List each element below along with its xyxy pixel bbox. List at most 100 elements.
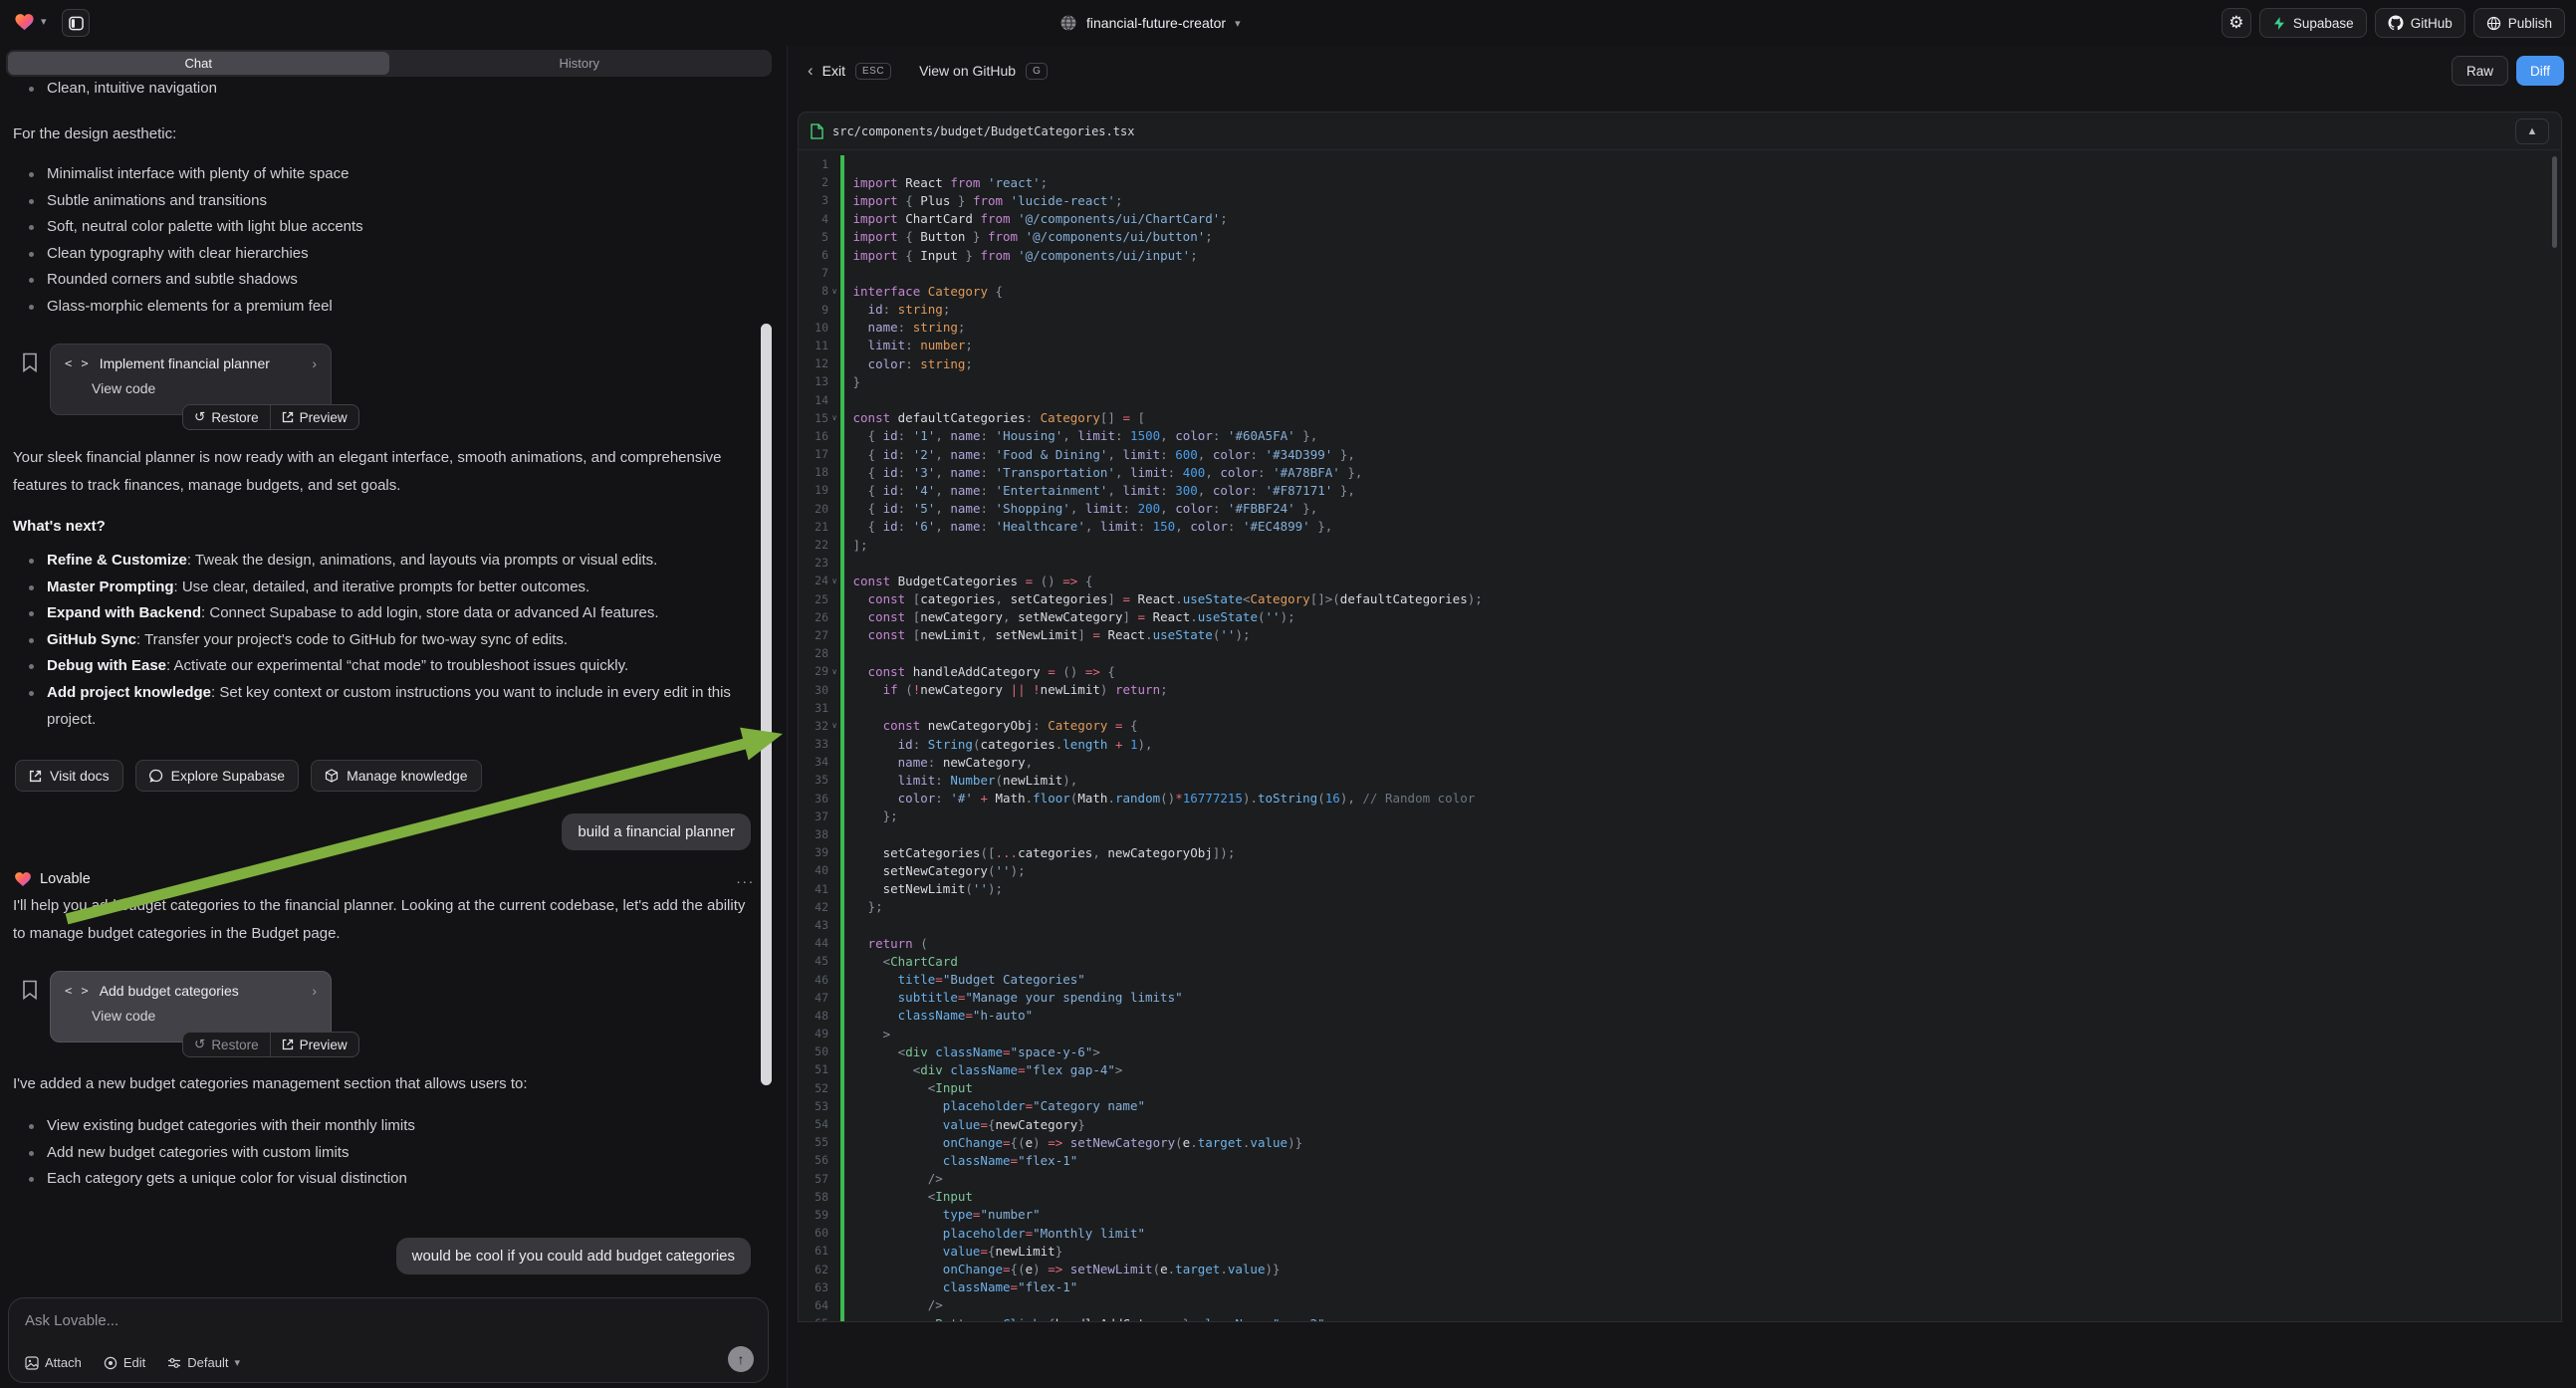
code-line: 9 id: string; <box>799 301 2561 319</box>
diff-toggle-button[interactable]: Diff <box>2516 56 2564 86</box>
lovable-logo-menu[interactable]: ▾ <box>14 12 47 31</box>
code-text: onChange={(e) => setNewLimit(e.target.va… <box>844 1262 1281 1276</box>
line-number: 2 <box>799 175 828 189</box>
restore-button[interactable]: ↺ Restore <box>183 405 270 429</box>
line-number: 14 <box>799 393 828 407</box>
exit-button[interactable]: Exit <box>822 63 845 79</box>
line-number: 52 <box>799 1081 828 1095</box>
code-line: 7 <box>799 264 2561 282</box>
code-text: className="flex-1" <box>844 1279 1078 1294</box>
list-item: GitHub Sync: Transfer your project's cod… <box>13 627 750 654</box>
code-line: 8∨interface Category { <box>799 282 2561 300</box>
assistant-paragraph: Your sleek financial planner is now read… <box>13 444 755 500</box>
bookmark-icon[interactable] <box>22 980 38 1000</box>
code-line: 21 { id: '6', name: 'Healthcare', limit:… <box>799 518 2561 536</box>
chat-scrollbar[interactable] <box>761 324 772 1085</box>
bookmark-icon[interactable] <box>22 352 38 372</box>
code-text: <div className="space-y-6"> <box>844 1044 1100 1059</box>
line-number: 27 <box>799 628 828 642</box>
code-text: } <box>844 374 861 389</box>
edit-button[interactable]: Edit <box>104 1355 145 1370</box>
explore-supabase-label: Explore Supabase <box>171 768 285 784</box>
fold-chevron-icon[interactable]: ∨ <box>828 577 840 585</box>
explore-supabase-button[interactable]: Explore Supabase <box>135 760 299 792</box>
fold-chevron-icon[interactable]: ∨ <box>828 413 840 422</box>
code-text: placeholder="Category name" <box>844 1098 1146 1113</box>
code-line: 63 className="flex-1" <box>799 1278 2561 1296</box>
code-text: className="flex-1" <box>844 1153 1078 1168</box>
list-item: Each category gets a unique color for vi… <box>13 1166 750 1193</box>
line-number: 56 <box>799 1153 828 1167</box>
more-menu-button[interactable]: ... <box>736 870 755 887</box>
code-line: 30 if (!newCategory || !newLimit) return… <box>799 680 2561 698</box>
line-number: 40 <box>799 863 828 877</box>
assistant-name: Lovable <box>40 871 91 887</box>
line-number: 16 <box>799 429 828 443</box>
external-link-icon <box>282 1039 294 1050</box>
preview-button[interactable]: Preview <box>270 1033 358 1056</box>
fold-chevron-icon[interactable]: ∨ <box>828 667 840 676</box>
view-on-github-button[interactable]: View on GitHub <box>919 63 1016 79</box>
view-code-link[interactable]: View code <box>92 380 317 396</box>
supabase-button[interactable]: Supabase <box>2259 8 2367 38</box>
code-line: 54 value={newCategory} <box>799 1115 2561 1133</box>
chevron-left-icon[interactable]: ‹ <box>808 61 814 81</box>
code-text: <Input <box>844 1080 973 1095</box>
line-number: 45 <box>799 954 828 968</box>
diff-added-bar <box>840 554 844 572</box>
code-text: /> <box>844 1171 943 1186</box>
publish-button[interactable]: Publish <box>2473 8 2565 38</box>
project-globe-icon <box>1059 14 1077 32</box>
diff-added-bar <box>840 825 844 843</box>
design-bullet-list: Minimalist interface with plenty of whit… <box>13 161 750 321</box>
code-text: const BudgetCategories = () => { <box>844 574 1093 588</box>
code-line: 15∨const defaultCategories: Category[] =… <box>799 409 2561 427</box>
line-number: 21 <box>799 520 828 534</box>
list-item: Soft, neutral color palette with light b… <box>13 214 750 241</box>
settings-button[interactable]: ⚙ <box>2222 8 2251 38</box>
view-code-link[interactable]: View code <box>92 1008 317 1024</box>
collapse-file-button[interactable]: ▲ <box>2515 118 2549 144</box>
fold-chevron-icon[interactable]: ∨ <box>828 287 840 296</box>
code-line: 26 const [newCategory, setNewCategory] =… <box>799 608 2561 626</box>
line-number: 38 <box>799 827 828 841</box>
code-line: 52 <Input <box>799 1079 2561 1097</box>
send-button[interactable]: ↑ <box>728 1346 754 1372</box>
sidebar-toggle-button[interactable] <box>62 9 90 37</box>
line-number: 58 <box>799 1190 828 1204</box>
code-text: limit: number; <box>844 338 973 352</box>
file-header[interactable]: src/components/budget/BudgetCategories.t… <box>799 113 2561 150</box>
restore-button[interactable]: ↺ Restore <box>183 1033 270 1056</box>
visit-docs-button[interactable]: Visit docs <box>15 760 123 792</box>
raw-toggle-button[interactable]: Raw <box>2452 56 2508 86</box>
manage-knowledge-button[interactable]: Manage knowledge <box>311 760 481 792</box>
code-text: placeholder="Monthly limit" <box>844 1226 1146 1241</box>
code-line: 43 <box>799 916 2561 934</box>
code-line: 58 <Input <box>799 1188 2561 1206</box>
project-switcher[interactable]: financial-future-creator ▾ <box>1059 0 1241 46</box>
tab-history[interactable]: History <box>389 52 771 75</box>
prompt-input-box[interactable]: Ask Lovable... Attach Edit Default ▾ <box>8 1297 769 1383</box>
code-text: const [categories, setCategories] = Reac… <box>844 591 1483 606</box>
list-item: Clean typography with clear hierarchies <box>13 241 750 268</box>
tab-chat[interactable]: Chat <box>8 52 389 75</box>
code-scrollbar[interactable] <box>2552 156 2557 248</box>
preview-button[interactable]: Preview <box>270 405 358 429</box>
line-number: 47 <box>799 991 828 1005</box>
code-text: name: newCategory, <box>844 755 1034 770</box>
chevron-right-icon: › <box>312 983 317 999</box>
code-line: 25 const [categories, setCategories] = R… <box>799 590 2561 608</box>
suggestion-buttons: Visit docs Explore Supabase Manage knowl… <box>15 760 482 792</box>
fold-chevron-icon[interactable]: ∨ <box>828 721 840 730</box>
attach-button[interactable]: Attach <box>25 1355 82 1370</box>
line-number: 62 <box>799 1263 828 1276</box>
diff-added-bar <box>840 390 844 408</box>
chat-history-tabs: Chat History <box>6 50 772 77</box>
version-card-title: Implement financial planner <box>100 355 270 371</box>
code-viewer-panel: ‹ Exit esc View on GitHub G Raw Diff src… <box>787 46 2576 1388</box>
mode-select[interactable]: Default ▾ <box>167 1355 240 1370</box>
restore-label: Restore <box>211 410 258 425</box>
code-text: onChange={(e) => setNewCategory(e.target… <box>844 1135 1303 1150</box>
line-number: 63 <box>799 1280 828 1294</box>
github-button[interactable]: GitHub <box>2375 8 2465 38</box>
